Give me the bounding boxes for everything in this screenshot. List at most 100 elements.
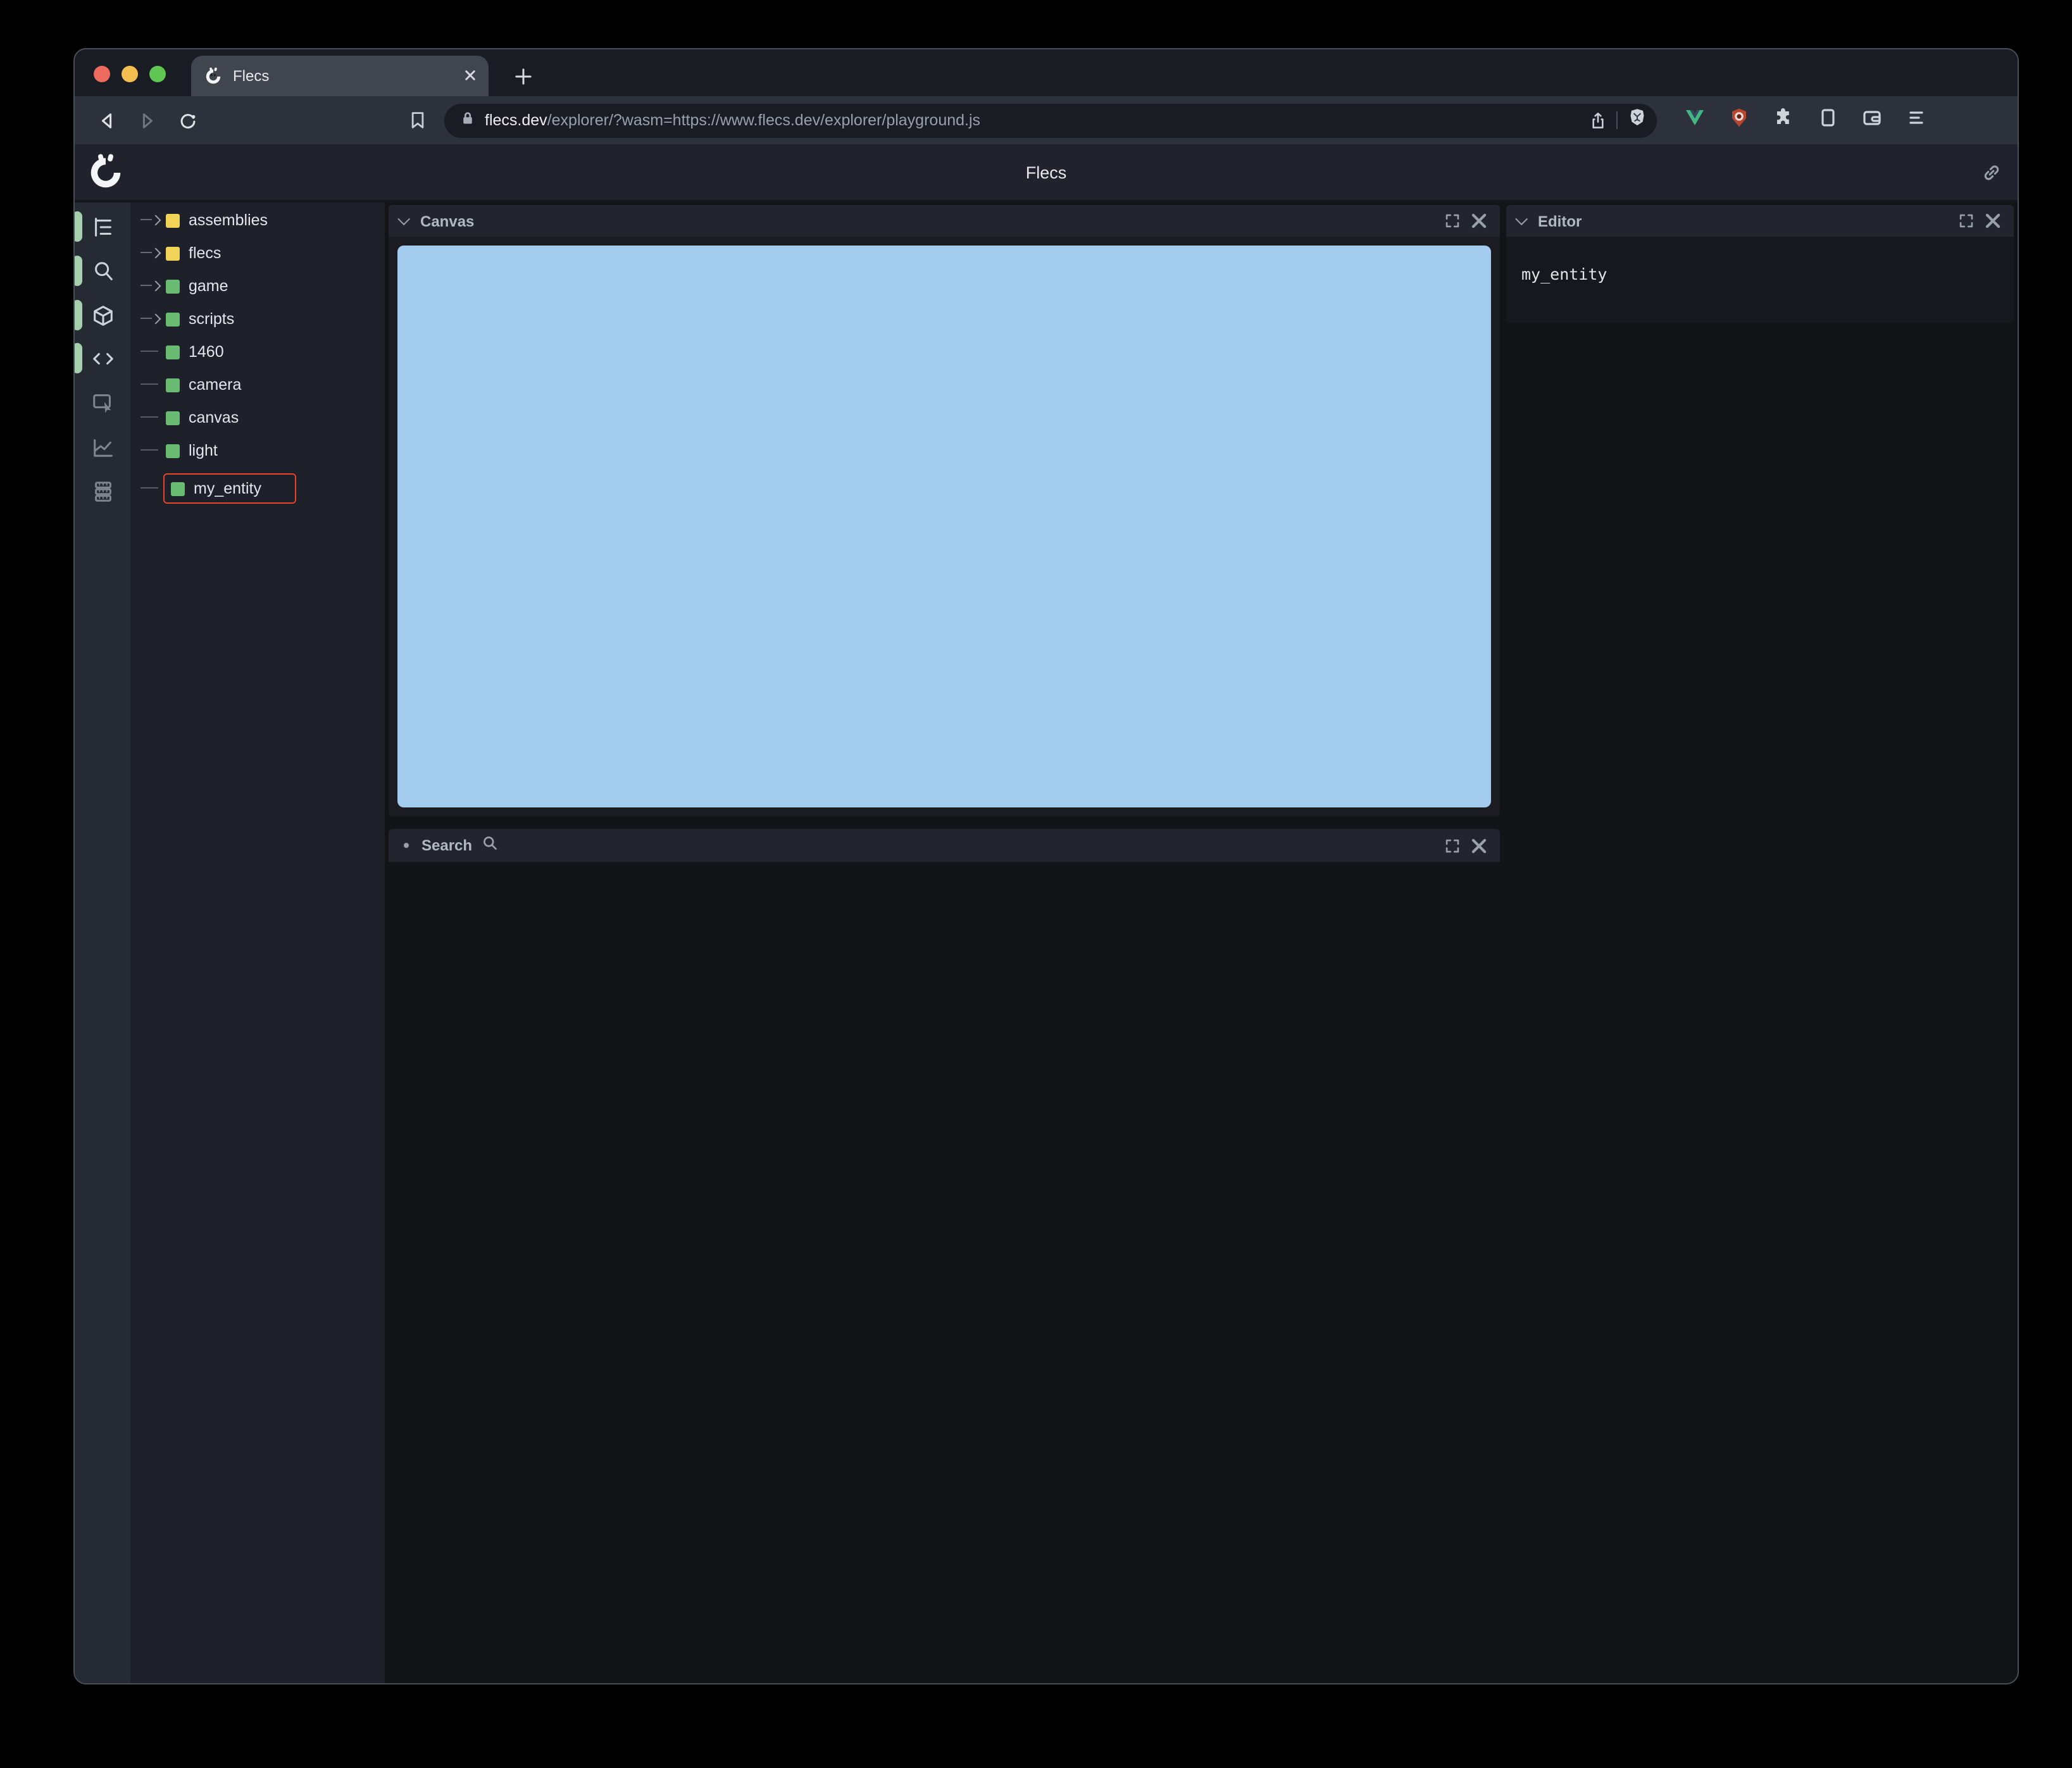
activity-memory-button[interactable] bbox=[75, 472, 130, 510]
entity-tree-panel: assemblies flecs game scripts 1460 camer… bbox=[130, 202, 385, 1683]
activity-code-button[interactable] bbox=[75, 339, 130, 377]
tab-close-icon[interactable] bbox=[465, 65, 476, 87]
wallet-icon bbox=[1863, 110, 1881, 125]
zoom-window-button[interactable] bbox=[149, 66, 166, 82]
app-header: Flecs bbox=[75, 144, 2018, 202]
close-window-button[interactable] bbox=[94, 66, 110, 82]
fullscreen-button[interactable] bbox=[1444, 837, 1461, 854]
fullscreen-button[interactable] bbox=[1958, 213, 1975, 229]
tree-item-light[interactable]: light bbox=[130, 434, 385, 467]
magnifier-icon bbox=[482, 835, 497, 850]
minimize-window-button[interactable] bbox=[122, 66, 138, 82]
share-button[interactable] bbox=[1590, 112, 1606, 128]
activity-tree-button[interactable] bbox=[75, 208, 130, 246]
active-indicator bbox=[75, 343, 82, 373]
forward-button[interactable] bbox=[130, 104, 163, 137]
search-icon bbox=[94, 261, 112, 280]
editor-panel-title: Editor bbox=[1538, 212, 1582, 230]
chart-icon bbox=[93, 439, 112, 456]
bookmark-button[interactable] bbox=[401, 104, 434, 137]
activity-search-button[interactable] bbox=[75, 252, 130, 290]
fullscreen-icon bbox=[1444, 837, 1461, 854]
share-link-button[interactable] bbox=[1981, 162, 2002, 190]
wallet-button[interactable] bbox=[1862, 107, 1882, 134]
tree-hierarchy-icon bbox=[94, 217, 111, 236]
tree-item-scripts[interactable]: scripts bbox=[130, 302, 385, 335]
tree-item-canvas[interactable]: canvas bbox=[130, 401, 385, 434]
expand-arrow-icon[interactable] bbox=[140, 246, 162, 261]
sidebar-toggle-button[interactable] bbox=[1818, 107, 1838, 134]
new-tab-button[interactable] bbox=[508, 61, 538, 91]
tree-item-assemblies[interactable]: assemblies bbox=[130, 204, 385, 237]
sidebar-icon bbox=[1821, 108, 1835, 126]
back-button[interactable] bbox=[90, 104, 123, 137]
chevron-down-icon[interactable] bbox=[1515, 213, 1528, 226]
screen: Flecs flecs.dev/explorer/?wasm=https://w… bbox=[0, 0, 2072, 1768]
expand-arrow-icon[interactable] bbox=[140, 213, 162, 228]
fullscreen-icon bbox=[1444, 213, 1461, 229]
memory-icon bbox=[94, 481, 111, 501]
expand-arrow-icon[interactable] bbox=[140, 311, 162, 327]
cube-icon bbox=[93, 305, 112, 325]
tree-item-my-entity[interactable]: my_entity bbox=[130, 467, 385, 510]
extensions-menu-button[interactable] bbox=[1773, 107, 1794, 134]
tree-item-1460[interactable]: 1460 bbox=[130, 335, 385, 368]
bookmark-icon bbox=[411, 112, 424, 128]
vue-devtools-extension-button[interactable] bbox=[1685, 107, 1705, 134]
fullscreen-button[interactable] bbox=[1444, 213, 1461, 229]
active-indicator bbox=[75, 300, 82, 330]
tab-strip: Flecs bbox=[75, 49, 2018, 96]
activity-bar bbox=[75, 202, 130, 1683]
divider bbox=[1616, 111, 1618, 129]
tree-item-camera[interactable]: camera bbox=[130, 368, 385, 401]
expand-arrow-icon[interactable] bbox=[140, 278, 162, 294]
search-panel-title: Search bbox=[421, 837, 473, 854]
url-domain: flecs.dev bbox=[485, 111, 547, 129]
render-canvas[interactable] bbox=[397, 246, 1491, 807]
browser-menu-button[interactable] bbox=[1906, 107, 1926, 134]
editor-content[interactable]: my_entity bbox=[1521, 265, 1607, 283]
reload-button[interactable] bbox=[171, 104, 204, 137]
close-panel-button[interactable] bbox=[1985, 213, 2001, 229]
activity-entities-button[interactable] bbox=[75, 296, 130, 334]
lock-icon bbox=[461, 109, 475, 132]
window-controls bbox=[94, 66, 166, 82]
address-bar[interactable]: flecs.dev/explorer/?wasm=https://www.fle… bbox=[444, 103, 1657, 137]
search-panel-header[interactable]: Search bbox=[389, 829, 1500, 862]
shield-extension-button[interactable] bbox=[1729, 107, 1749, 134]
entity-square-icon bbox=[166, 279, 180, 293]
browser-window: Flecs flecs.dev/explorer/?wasm=https://w… bbox=[73, 48, 2019, 1684]
editor-panel-header[interactable]: Editor bbox=[1506, 205, 2014, 237]
browser-toolbar: flecs.dev/explorer/?wasm=https://www.fle… bbox=[75, 96, 2018, 144]
search-glyph bbox=[482, 834, 497, 857]
tree-item-flecs[interactable]: flecs bbox=[130, 237, 385, 270]
tree-item-label: game bbox=[189, 277, 228, 295]
module-square-icon bbox=[166, 213, 180, 227]
tree-item-game[interactable]: game bbox=[130, 270, 385, 302]
plus-icon bbox=[515, 68, 531, 84]
leaf-line-icon bbox=[140, 481, 162, 496]
reload-icon bbox=[180, 113, 195, 128]
browser-tab[interactable]: Flecs bbox=[191, 56, 489, 96]
chevron-down-icon[interactable] bbox=[397, 213, 411, 226]
entity-square-icon bbox=[166, 444, 180, 458]
canvas-panel-header[interactable]: Canvas bbox=[389, 205, 1500, 237]
flecs-logo-icon bbox=[86, 153, 125, 192]
close-icon bbox=[1985, 213, 2001, 229]
editor-panel: Editor my_entity bbox=[1506, 205, 2014, 323]
close-panel-button[interactable] bbox=[1471, 837, 1487, 854]
entity-square-icon bbox=[166, 411, 180, 425]
editor-panel-body[interactable]: my_entity bbox=[1506, 237, 2014, 323]
leaf-line-icon bbox=[140, 344, 162, 359]
menu-icon bbox=[1909, 111, 1923, 123]
activity-stats-button[interactable] bbox=[75, 428, 130, 466]
collapsed-dot-icon[interactable] bbox=[404, 843, 409, 848]
activity-inspect-button[interactable] bbox=[75, 383, 130, 421]
active-indicator bbox=[75, 256, 82, 286]
close-panel-button[interactable] bbox=[1471, 213, 1487, 229]
inspect-icon bbox=[92, 394, 111, 413]
leaf-line-icon bbox=[140, 443, 162, 458]
vue-icon bbox=[1686, 109, 1704, 125]
brave-shields-button[interactable] bbox=[1628, 108, 1647, 133]
canvas-panel: Canvas bbox=[389, 205, 1500, 816]
